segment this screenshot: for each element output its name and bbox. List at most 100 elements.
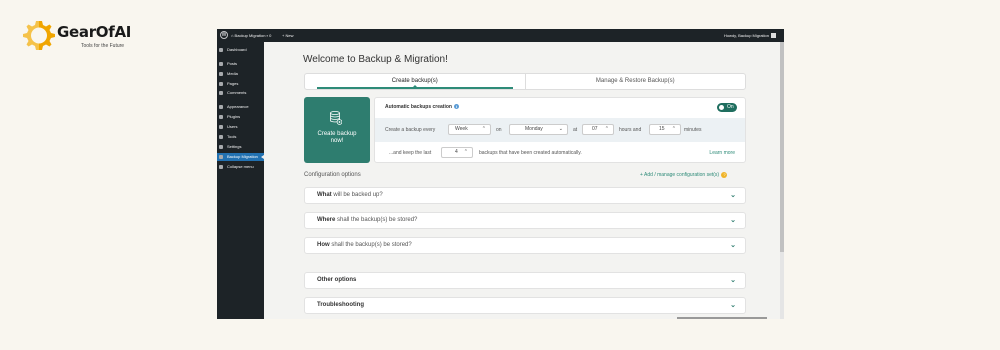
chevron-down-icon: ⌄ [730,192,736,199]
accordion-how[interactable]: How shall the backup(s) be stored? ⌄ [304,237,746,254]
sidebar-item-label: Collapse menu [227,164,254,169]
sidebar-item-label: Appearance [227,104,249,109]
settings-icon [219,145,223,149]
create-backup-now-button[interactable]: Create backup now! [304,97,370,163]
avatar [771,33,776,39]
sidebar-item-plugins[interactable]: Plugins [217,113,264,121]
admin-bar-new[interactable]: + New [282,33,293,38]
pin-icon [219,62,223,66]
brand-tagline: Tools for the Future [81,43,125,49]
database-backup-icon [330,111,342,125]
sidebar-item-label: Plugins [227,114,241,119]
sidebar-item-pages[interactable]: Pages [217,80,264,88]
add-configuration-link[interactable]: + Add / manage configuration set(s) ? [640,172,728,178]
sidebar-item-posts[interactable]: Posts [217,60,264,68]
accordion-what[interactable]: What will be backed up? ⌄ [304,187,746,204]
tab-bar: Create backup(s) Manage & Restore Backup… [304,73,746,90]
create-backup-label-1: Create backup [317,131,357,137]
sidebar-item-label: Media [227,71,238,76]
help-icon[interactable]: ? [721,172,728,178]
scrollbar-thumb[interactable] [780,42,784,252]
chevron-up-icon: ⌃ [604,126,609,132]
home-icon: ⌂ [231,33,234,38]
sidebar-item-label: Backup Migration [227,154,258,159]
wrench-icon [219,135,223,139]
automatic-backups-label: Automatic backups creation i [385,104,459,110]
configuration-options-label: Configuration options [304,172,361,178]
automatic-backups-toggle[interactable]: On [717,103,737,112]
page-scrollbar[interactable] [780,42,784,319]
minutes-label: minutes [684,127,702,133]
learn-more-link[interactable]: Learn more [709,150,735,156]
sidebar-item-settings[interactable]: Settings [217,143,264,151]
on-label: on [496,127,502,133]
keep-count-select[interactable]: 4 ⌃ [441,147,473,158]
accordion-other-options[interactable]: Other options ⌄ [304,272,746,289]
admin-bar-account[interactable]: Howdy, Backup Migration [723,33,776,39]
comment-icon [219,91,223,95]
bottom-divider [677,317,767,319]
sidebar-item-appearance[interactable]: Appearance [217,103,264,111]
sidebar-item-comments[interactable]: Comments [217,89,264,97]
chevron-down-icon: ⌄ [730,242,736,249]
comment-icon: ▪ [266,33,268,38]
sidebar-item-tools[interactable]: Tools [217,133,264,141]
comment-count: 0 [269,33,272,38]
chevron-down-icon: ⌄ [730,302,736,309]
chevron-down-icon: ⌄ [730,277,736,284]
sidebar-item-label: Pages [227,81,239,86]
chevron-up-icon: ⌃ [463,149,468,155]
sidebar-item-backup-migration[interactable]: Backup Migration [217,153,264,161]
minute-select[interactable]: 15 ⌃ [649,124,681,135]
admin-bar-site[interactable]: ⌂ Backup Migration ▪ 0 [231,33,271,38]
day-select[interactable]: Monday ⌄ [509,124,568,135]
keep-prefix: ...and keep the last [389,150,432,156]
collapse-icon [219,165,223,169]
chevron-down-icon: ⌄ [730,217,736,224]
plugin-icon [219,115,223,119]
pages-icon [219,82,223,86]
every-prefix: Create a backup every [385,127,436,133]
user-icon [219,125,223,129]
brand-logo: GearOfAI Tools for the Future [22,18,142,58]
chevron-up-icon: ⌃ [481,126,486,132]
tab-manage-restore[interactable]: Manage & Restore Backup(s) [526,74,746,89]
keep-suffix: backups that have been created automatic… [479,150,582,156]
brand-name: GearOfAI [57,23,132,41]
new-label: New [285,33,294,38]
admin-sidebar: Dashboard Posts Media Pages Comments App… [217,42,264,319]
wordpress-logo-icon[interactable]: W [220,31,228,39]
accordion-where[interactable]: Where shall the backup(s) be stored? ⌄ [304,212,746,229]
automatic-backups-panel: Automatic backups creation i On Create a … [374,97,746,163]
chevron-down-icon: ⌄ [558,126,563,132]
wp-admin-screenshot: W ⌂ Backup Migration ▪ 0 + New Howdy, Ba… [217,29,784,319]
sidebar-item-dashboard[interactable]: Dashboard [217,46,264,54]
site-name: Backup Migration [234,33,266,38]
main-content: Welcome to Backup & Migration! Create ba… [264,42,780,319]
create-backup-label-2: now! [330,138,344,144]
backup-icon [219,155,223,159]
info-icon[interactable]: i [453,104,459,110]
page-title: Welcome to Backup & Migration! [303,54,448,65]
sidebar-item-label: Settings [227,144,242,149]
sidebar-item-collapse[interactable]: Collapse menu [217,163,264,171]
gear-logo-icon [23,21,55,50]
sidebar-item-users[interactable]: Users [217,123,264,131]
sidebar-item-media[interactable]: Media [217,70,264,78]
at-label: at [573,127,578,133]
hour-select[interactable]: 07 ⌃ [582,124,614,135]
frequency-select[interactable]: Week ⌃ [448,124,491,135]
sidebar-item-label: Dashboard [227,47,247,52]
hours-and-label: hours and [619,127,642,133]
sidebar-item-label: Tools [227,134,237,139]
dashboard-icon [219,48,223,52]
sidebar-item-label: Posts [227,61,238,66]
howdy-label: Howdy, Backup Migration [723,33,769,38]
sidebar-item-label: Users [227,124,238,129]
plus-icon: + [282,33,285,38]
accordion-troubleshooting[interactable]: Troubleshooting ⌄ [304,297,746,314]
chevron-up-icon: ⌃ [671,126,676,132]
brush-icon [219,105,223,109]
sidebar-item-label: Comments [227,90,247,95]
tab-create-backups[interactable]: Create backup(s) [305,74,526,89]
